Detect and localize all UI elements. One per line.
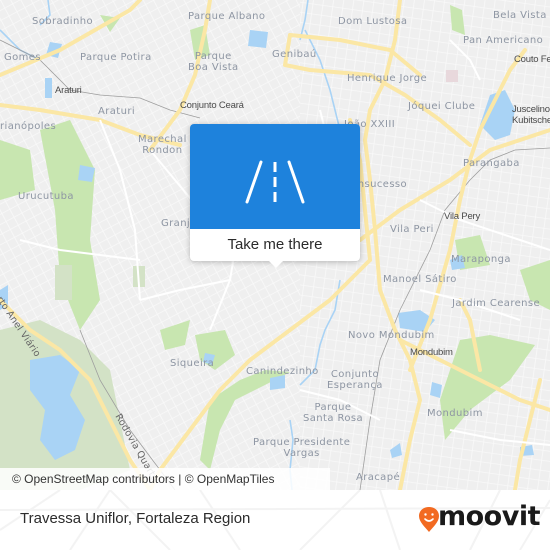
map-card: Sobradinho Parque Albano Dom Lustosa Bel… xyxy=(0,0,550,550)
label-marechal-rondon: Marechal Rondon xyxy=(138,134,187,156)
label-vila-peri: Vila Peri xyxy=(390,224,434,235)
label-dom-lustosa: Dom Lustosa xyxy=(338,16,408,27)
label-gomes: Gomes xyxy=(4,52,41,63)
popup-hero[interactable] xyxy=(190,124,360,229)
label-pan-americano: Pan Americano xyxy=(463,35,544,46)
label-couto-fernandes: Couto Fe xyxy=(514,54,550,65)
label-parangaba: Parangaba xyxy=(463,158,520,169)
label-parque-presidente-vargas: Parque Presidente Vargas xyxy=(253,437,351,459)
label-manoel-satiro: Manoel Sátiro xyxy=(383,274,457,285)
label-vila-pery: Vila Pery xyxy=(444,211,481,222)
label-juscelino-kubitschek: Juscelino Kubitsche xyxy=(512,104,550,126)
label-jardim-cearense: Jardim Cearense xyxy=(452,298,541,309)
label-urucutuba: Urucutuba xyxy=(18,191,74,202)
label-parque-boa-vista: Parque Boa Vista xyxy=(188,51,239,73)
label-joquei-clube: Jóquei Clube xyxy=(408,101,476,112)
label-sobradinho: Sobradinho xyxy=(32,16,93,27)
take-me-there-button[interactable]: Take me there xyxy=(190,229,360,261)
label-conjunto-esperanca: Conjunto Esperança xyxy=(327,369,383,391)
popup-pointer xyxy=(268,260,284,268)
label-siqueira: Siqueira xyxy=(170,358,215,369)
label-araturi: Araturi xyxy=(98,106,136,117)
label-mondubim-station: Mondubim xyxy=(410,347,453,358)
label-genibau: Genibaú xyxy=(272,49,317,60)
footer-bar: Travessa Uniflor, Fortaleza Region moovi… xyxy=(0,490,550,550)
label-canindezinho: Canindezinho xyxy=(246,366,319,377)
moovit-wordmark: moovit xyxy=(438,501,541,532)
label-aracape: Aracapé xyxy=(356,472,401,483)
label-parque-albano: Parque Albano xyxy=(188,11,266,22)
map-view[interactable]: Sobradinho Parque Albano Dom Lustosa Bel… xyxy=(0,0,550,490)
road-icon xyxy=(245,160,305,204)
label-mondubim: Mondubim xyxy=(427,408,483,419)
map-attribution[interactable]: © OpenStreetMap contributors | © OpenMap… xyxy=(0,468,330,490)
label-araturi-station: Araturi xyxy=(55,85,82,96)
label-parque-santa-rosa: Parque Santa Rosa xyxy=(303,402,363,424)
label-novo-mondubim: Novo Mondubim xyxy=(348,330,435,341)
label-conjunto-ceara: Conjunto Ceará xyxy=(180,100,244,111)
label-henrique-jorge: Henrique Jorge xyxy=(347,73,428,84)
label-parque-potira: Parque Potira xyxy=(80,52,152,63)
label-bela-vista: Bela Vista xyxy=(493,10,547,21)
moovit-pin-smiley-icon xyxy=(419,507,439,532)
label-maraponga: Maraponga xyxy=(451,254,511,265)
place-name: Travessa Uniflor, Fortaleza Region xyxy=(20,510,251,527)
take-me-there-popup[interactable]: Take me there xyxy=(190,124,360,268)
label-arianopoles: rianópoles xyxy=(0,121,57,132)
